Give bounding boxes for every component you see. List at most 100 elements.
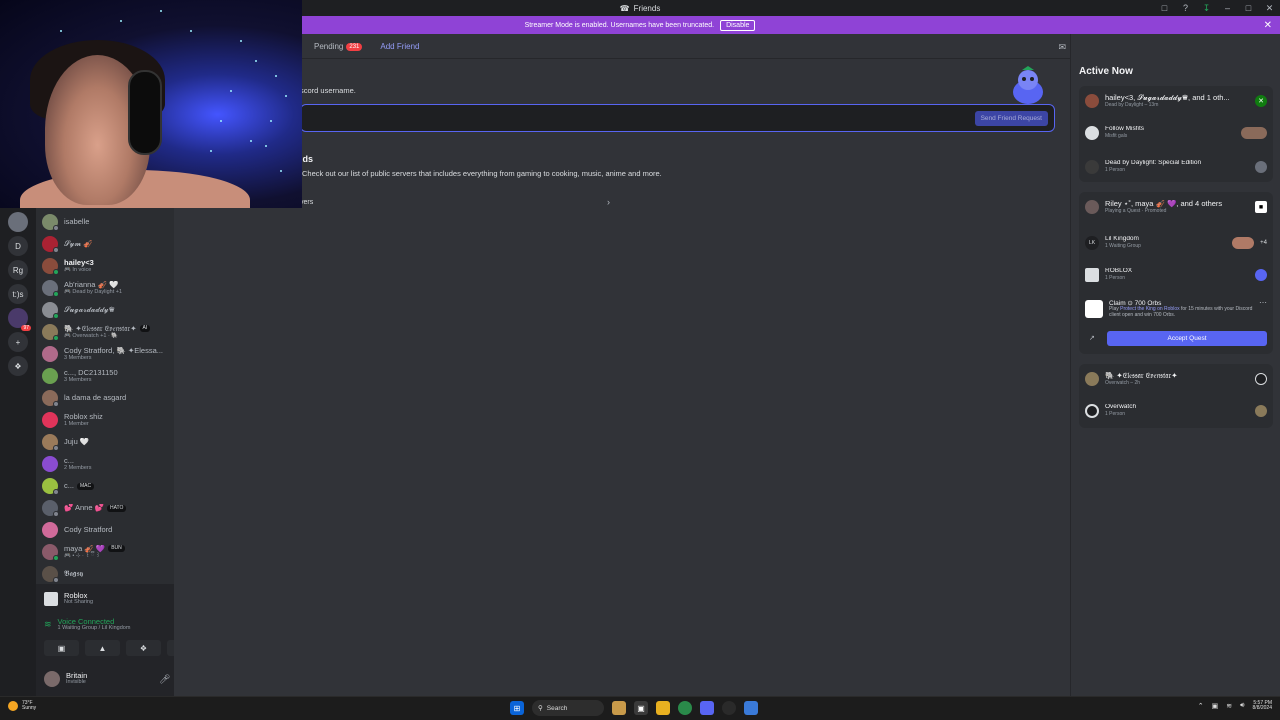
activities-button[interactable]: ❖ (126, 640, 161, 656)
card-header[interactable]: hailey<3, 𝓢𝓾𝓰𝓪𝓻𝓭𝓪𝓭𝓭𝔂♛, and 1 oth... Dead… (1085, 94, 1267, 109)
tab-add-friend-label: Add Friend (380, 42, 420, 51)
discover-icon[interactable]: ❖ (8, 356, 28, 376)
minimize-icon[interactable]: – (1223, 3, 1232, 13)
activity-row[interactable]: Roblox Not Sharing (44, 592, 93, 606)
help-icon[interactable]: ? (1181, 3, 1190, 13)
inbox-icon[interactable]: □ (1160, 3, 1169, 13)
discord-icon[interactable] (700, 701, 714, 715)
avatar (42, 522, 58, 538)
mic-icon[interactable]: 🎤︎ (159, 674, 170, 685)
wifi-icon[interactable]: ≋ (1226, 702, 1232, 710)
chrome-icon[interactable] (678, 701, 692, 715)
widget-icon[interactable] (612, 701, 626, 715)
avatar (1085, 372, 1099, 387)
card-header[interactable]: Riley ⋆˚, maya 🎻 💜, and 4 others Playing… (1085, 200, 1267, 215)
disable-streamer-button[interactable]: Disable (720, 19, 756, 31)
card-row[interactable]: Follow Misfits Misfit gals (1085, 126, 1267, 140)
close-banner-icon[interactable]: ✕ (1264, 20, 1272, 31)
server-icon-rg[interactable]: Rg (8, 260, 28, 280)
avatar (1255, 161, 1267, 173)
card-row[interactable]: LK Lil Kingdom 1 Waiting Group +4 (1085, 236, 1267, 250)
active-now-panel: Active Now hailey<3, 𝓢𝓾𝓰𝓪𝓻𝓭𝓪𝓭𝓭𝔂♛, and 1 … (1070, 34, 1280, 696)
dm-item[interactable]: Juju 🤍 (42, 432, 170, 452)
roblox-icon (1085, 268, 1099, 282)
add-friend-input[interactable]: Send Friend Request (300, 104, 1055, 132)
lil-kingdom-icon: LK (1085, 236, 1099, 250)
server-icon-d[interactable]: D (8, 236, 28, 256)
dm-item[interactable]: maya 🎻 💜 BUN 🎮 • ⊹ · ꒰ ྀི ꒱ (42, 542, 170, 562)
card-row[interactable]: ROBLOX 1 Person (1085, 268, 1267, 282)
close-window-icon[interactable]: ✕ (1265, 3, 1274, 13)
light-dot (285, 95, 287, 97)
dm-name: c..., DC2131150 (64, 369, 118, 377)
friends-tabs: Pending 231 Add Friend (314, 40, 424, 53)
new-group-dm-icon[interactable]: ✉ (1058, 42, 1066, 53)
dm-subtitle: 2 Members (64, 464, 92, 471)
dm-name: maya 🎻 💜 (64, 545, 106, 553)
card-row[interactable]: Dead by Daylight: Special Edition 1 Pers… (1085, 160, 1267, 174)
send-friend-request-button[interactable]: Send Friend Request (974, 111, 1048, 126)
tab-add-friend[interactable]: Add Friend (376, 40, 423, 53)
arrow-up-right-icon[interactable]: ↗ (1089, 334, 1095, 342)
windows-start-icon[interactable]: ⊞ (510, 701, 524, 715)
taskbar-search[interactable]: ⚲ Search (532, 700, 604, 716)
status-indicator (53, 401, 59, 407)
server-icon-ts[interactable]: t:)s (8, 284, 28, 304)
dm-item[interactable]: Cody Stratford (42, 520, 170, 540)
card-row[interactable]: Overwatch 1 Person (1085, 404, 1267, 418)
download-icon[interactable]: ↧ (1202, 3, 1211, 13)
server-icon-notify[interactable]: 97 (8, 308, 31, 331)
file-explorer-icon[interactable] (656, 701, 670, 715)
add-server-icon[interactable]: + (8, 332, 28, 352)
dm-item[interactable]: 𝓢𝓾𝓰𝓪𝓻𝓭𝓪𝓭𝓭𝔂♛ (42, 300, 170, 320)
clock[interactable]: 5:57 PM 8/8/2024 (1253, 700, 1272, 712)
camera-button[interactable]: ▣ (44, 640, 79, 656)
dm-item[interactable]: hailey<3 🎮 In voice (42, 256, 170, 276)
card-title: hailey<3, 𝓢𝓾𝓰𝓪𝓻𝓭𝓪𝓭𝓭𝔂♛, and 1 oth... (1105, 94, 1230, 102)
network-icon[interactable]: ▣ (1212, 702, 1219, 710)
dm-item[interactable]: c..., DC2131150 3 Members (42, 366, 170, 386)
search-icon: ⚲ (538, 705, 543, 712)
dm-subtitle: 🎮 • ⊹ · ꒰ ྀི ꒱ (64, 552, 101, 559)
share-screen-button[interactable]: ▲ (85, 640, 120, 656)
status-indicator (53, 445, 59, 451)
dm-name: Cody Stratford, 🐘 ✦Elessa... (64, 347, 163, 355)
server-tag: AI (139, 325, 151, 333)
card-subtitle: Overwatch – 2h (1105, 379, 1141, 386)
dm-item[interactable]: c... 2 Members (42, 454, 170, 474)
volume-icon[interactable]: 🔊︎ (1240, 702, 1244, 710)
light-dot (230, 90, 232, 92)
tab-pending[interactable]: Pending 231 (314, 42, 363, 51)
accept-quest-button[interactable]: Accept Quest (1107, 331, 1267, 346)
dm-item[interactable]: 💕 Anne 💕 HATO (42, 498, 170, 518)
server-label: t:)s (12, 289, 24, 299)
dm-item[interactable]: 𝓢𝔂𝓶 🎻 (42, 234, 170, 254)
dm-item[interactable]: Cody Stratford, 🐘 ✦Elessa... 3 Members (42, 344, 170, 364)
activity-card[interactable]: Riley ⋆˚, maya 🎻 💜, and 4 others Playing… (1079, 192, 1273, 354)
dm-name: 🐘 ✦𝔈𝔩𝔢𝔰𝔰𝔞𝔯 𝔈𝔳𝔢𝔫𝔰𝔱𝔞𝔯✦ (64, 325, 137, 333)
app-icon[interactable] (744, 701, 758, 715)
dm-name: 𝕭𝖆𝖌𝖘𝖞 (64, 570, 84, 578)
dm-item[interactable]: c... MAC (42, 476, 170, 496)
maximize-icon[interactable]: □ (1244, 3, 1253, 13)
dm-item[interactable]: 🐘 ✦𝔈𝔩𝔢𝔰𝔰𝔞𝔯 𝔈𝔳𝔢𝔫𝔰𝔱𝔞𝔯✦ AI 🎮 Overwatch +1 · 🐘 (42, 322, 170, 342)
chevron-up-icon[interactable]: ⌃ (1198, 702, 1204, 710)
light-dot (210, 150, 212, 152)
dm-item[interactable]: isabelle (42, 212, 170, 232)
dm-item[interactable]: Ab'rianna 🎻 🤍 🎮 Dead by Daylight +1 (42, 278, 170, 298)
weather-widget[interactable]: 73°F Sunny (8, 701, 36, 711)
activity-card[interactable]: hailey<3, 𝓢𝓾𝓰𝓪𝓻𝓭𝓪𝓭𝓭𝔂♛, and 1 oth... Dead… (1079, 86, 1273, 182)
dm-item[interactable]: la dama de asgard (42, 388, 170, 408)
share-screen-icon: ▲ (98, 643, 107, 653)
card-header[interactable]: 🐘 ✦𝔈𝔩𝔢𝔰𝔰𝔞𝔯 𝔈𝔳𝔢𝔫𝔰𝔱𝔞𝔯✦ Overwatch – 2h (1085, 372, 1267, 387)
dm-item[interactable]: 𝕭𝖆𝖌𝖘𝖞 (42, 564, 170, 584)
server-icon-avatar[interactable] (8, 212, 28, 232)
obs-icon[interactable] (722, 701, 736, 715)
explore-servers-link[interactable]: vers › (300, 194, 610, 210)
avatar (42, 500, 59, 517)
task-view-icon[interactable]: ▣ (634, 701, 648, 715)
voice-status-row[interactable]: ≋ Voice Connected 1 Waiting Group / Lil … (44, 618, 130, 632)
activity-card[interactable]: 🐘 ✦𝔈𝔩𝔢𝔰𝔰𝔞𝔯 𝔈𝔳𝔢𝔫𝔰𝔱𝔞𝔯✦ Overwatch – 2h Over… (1079, 364, 1273, 428)
dm-item[interactable]: Roblox shiz 1 Member (42, 410, 170, 430)
more-options-icon[interactable]: ⋯ (1259, 298, 1267, 307)
